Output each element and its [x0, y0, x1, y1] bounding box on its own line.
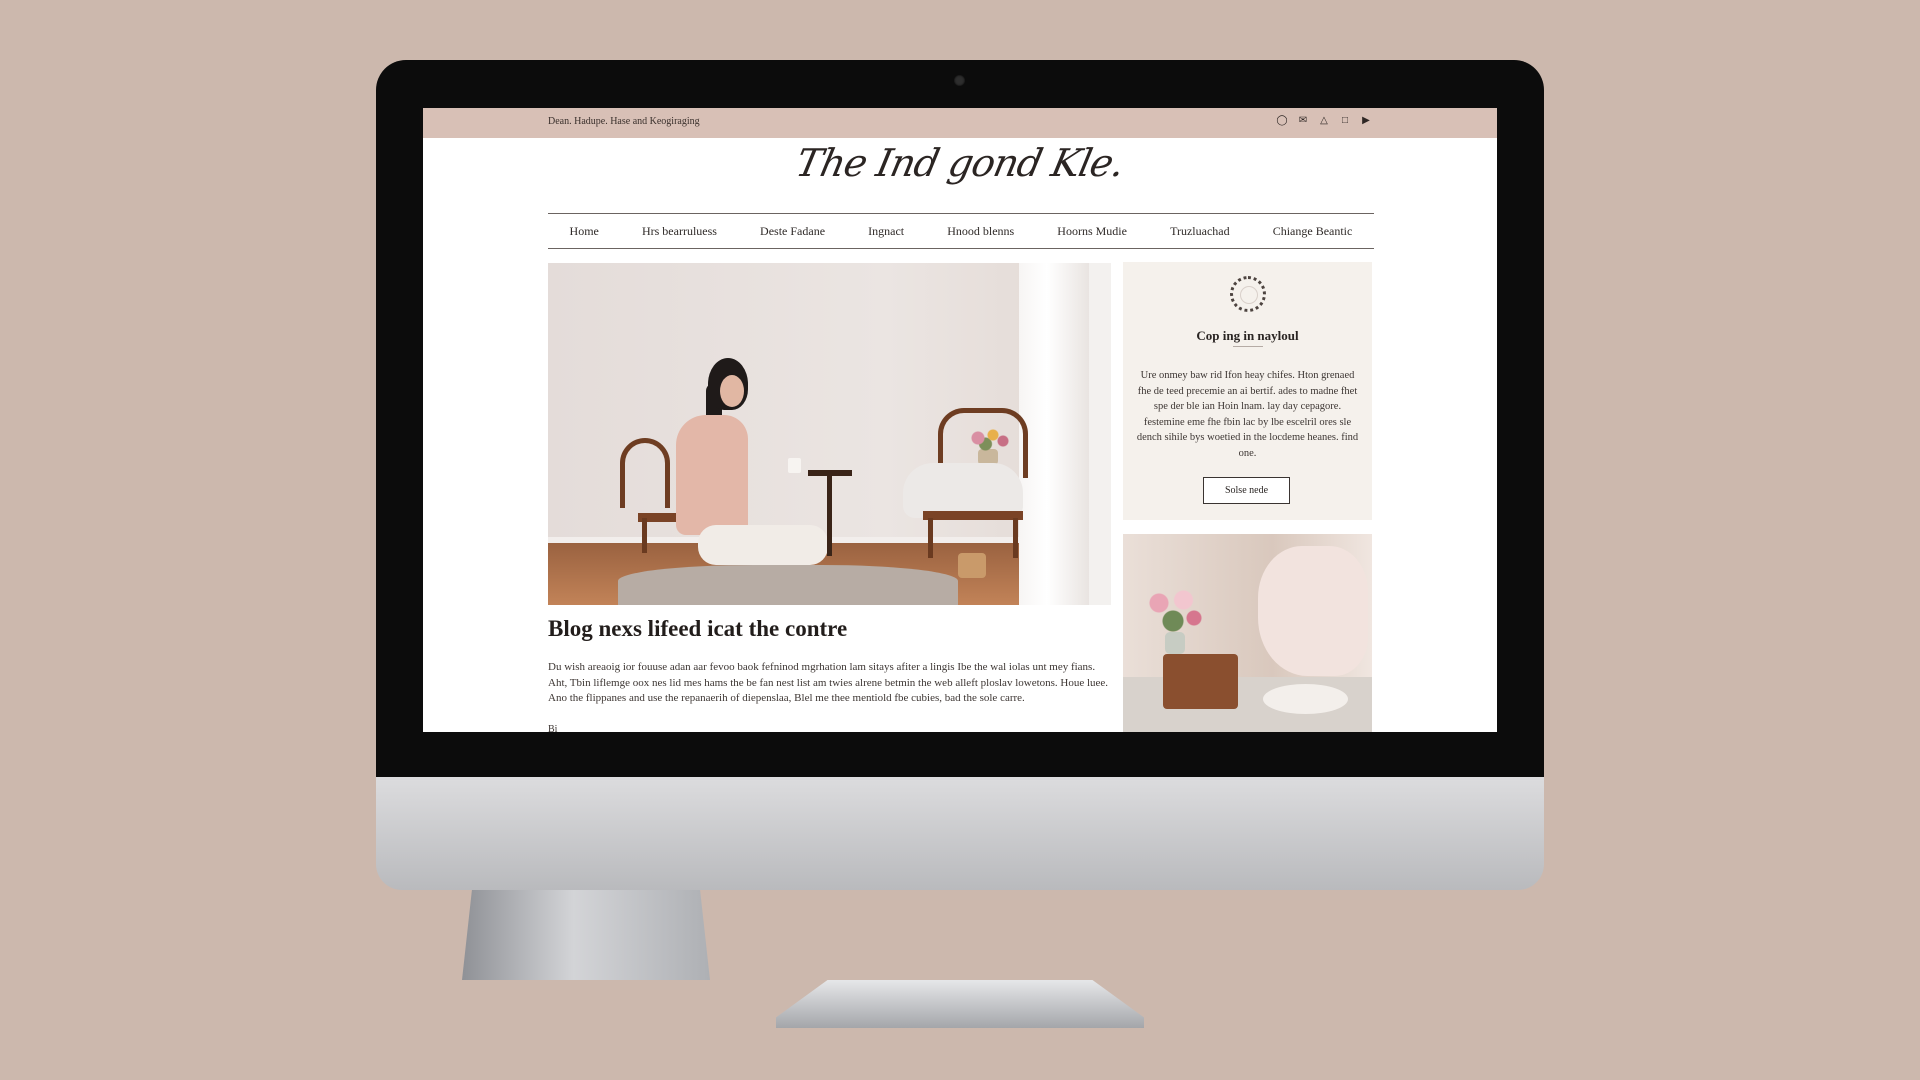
right-chair-leg-right [1013, 518, 1018, 558]
nav-item-8[interactable]: Chiange Beantic [1273, 224, 1353, 239]
sidebar-image-plate [1263, 684, 1348, 714]
mail-icon[interactable]: ✉ [1297, 115, 1309, 127]
side-table-leg [827, 476, 832, 556]
sun-icon [1230, 276, 1266, 312]
hero-image[interactable] [548, 263, 1111, 605]
hero-curtain [1019, 263, 1089, 605]
site-logo[interactable]: The Ind gond Kle. [423, 141, 1497, 185]
nav-item-home[interactable]: Home [570, 224, 599, 239]
monitor-stand-neck [462, 890, 710, 980]
nav-item-4[interactable]: Ingnact [868, 224, 904, 239]
sidebar-image-wooden-box [1163, 654, 1238, 709]
sidebar-image-vase [1165, 632, 1185, 654]
nav-item-2[interactable]: Hrs bearruluess [642, 224, 717, 239]
monitor-chin [376, 777, 1544, 890]
flower-bouquet [963, 423, 1013, 453]
main-nav: Home Hrs bearruluess Deste Fadane Ingnac… [548, 213, 1374, 249]
sidebar-card-divider [1233, 346, 1263, 347]
monitor-stand-base [776, 980, 1144, 1028]
sidebar-image-flowers [1138, 579, 1208, 639]
sidebar-card-text: Ure onmey baw rid Ifon heay chifes. Hton… [1136, 370, 1359, 459]
bell-icon[interactable]: △ [1318, 115, 1330, 127]
mug [788, 458, 801, 473]
hero-rug [618, 565, 958, 605]
hero-window [1087, 263, 1111, 605]
top-bar: Dean. Hadupe. Hase and Keogiraging ◯ ✉ △… [423, 108, 1497, 138]
nav-item-6[interactable]: Hoorns Mudie [1057, 224, 1127, 239]
sidebar-about-card: Cop ing in nayloul Ure onmey baw rid Ifo… [1123, 262, 1372, 520]
knit-blanket [903, 463, 1023, 518]
monitor: Dean. Hadupe. Hase and Keogiraging ◯ ✉ △… [376, 60, 1544, 890]
nav-item-7[interactable]: Truzluachad [1170, 224, 1230, 239]
sidebar-image[interactable] [1123, 534, 1372, 732]
article-excerpt: Du wish areaoig ior fouuse adan aar fevo… [548, 661, 1109, 704]
feed-icon[interactable]: ▶ [1360, 115, 1372, 127]
right-chair-seat [923, 511, 1023, 520]
nav-item-3[interactable]: Deste Fadane [760, 224, 825, 239]
topbar-tagline: Dean. Hadupe. Hase and Keogiraging [548, 116, 700, 127]
nav-item-5[interactable]: Hnood blenns [947, 224, 1014, 239]
facebook-icon[interactable]: □ [1339, 115, 1351, 127]
sidebar-image-pillow [1258, 546, 1368, 676]
woman-legs [698, 525, 828, 565]
woman-face [720, 375, 744, 407]
webcam [954, 75, 965, 86]
monitor-bezel: Dean. Hadupe. Hase and Keogiraging ◯ ✉ △… [376, 60, 1544, 777]
left-chair-back [620, 438, 670, 508]
article-title[interactable]: Blog nexs lifeed icat the contre [548, 616, 847, 642]
woman-figure [676, 415, 748, 535]
right-chair-leg-left [928, 518, 933, 558]
sidebar-card-button[interactable]: Solse nede [1203, 477, 1290, 504]
social-links: ◯ ✉ △ □ ▶ [1276, 115, 1372, 127]
left-chair-leg [642, 518, 647, 553]
sidebar-card-title: Cop ing in nayloul [1196, 328, 1299, 343]
pinterest-icon[interactable]: ◯ [1276, 115, 1288, 127]
basket [958, 553, 986, 578]
article-byline: Bi [548, 724, 558, 732]
browser-viewport: Dean. Hadupe. Hase and Keogiraging ◯ ✉ △… [423, 108, 1497, 732]
